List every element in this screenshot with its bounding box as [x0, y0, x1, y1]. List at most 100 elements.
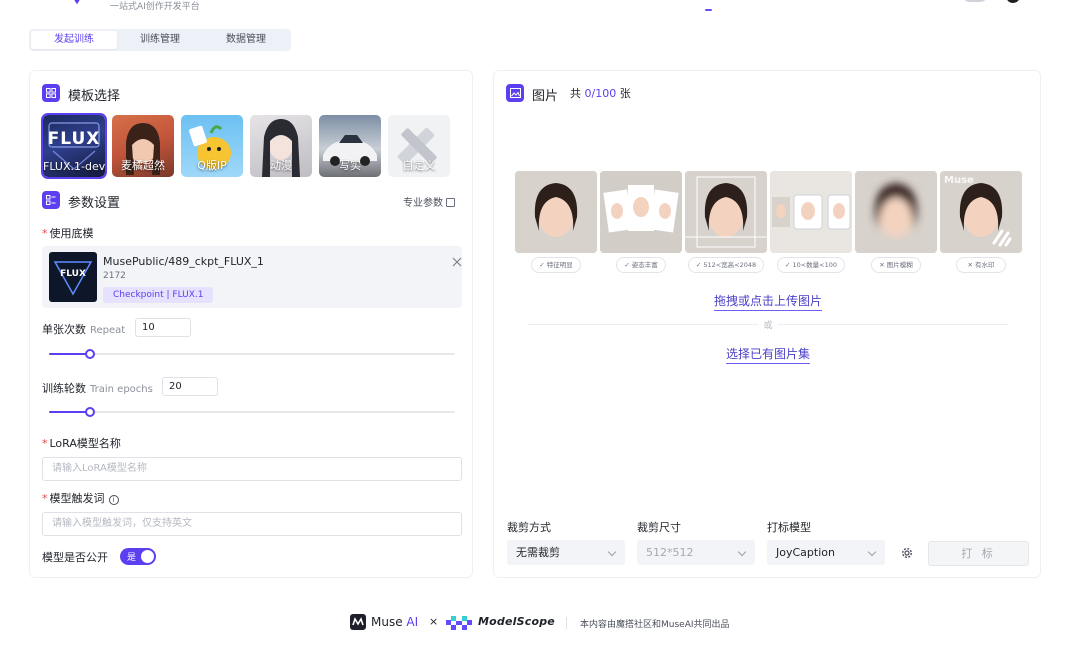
base-model-card[interactable]: FLUX MusePublic/489_ckpt_FLUX_1 2172 Che…: [42, 246, 462, 308]
public-toggle[interactable]: 是: [120, 548, 156, 565]
avatar[interactable]: [1006, 0, 1020, 3]
slider-fill: [49, 411, 90, 413]
sample-image-rich-poses: [600, 171, 682, 253]
template-label: 麦橘超然: [121, 159, 165, 172]
template-majic-flux[interactable]: 麦橘超然: [112, 115, 174, 177]
template-label: 自定义: [402, 159, 436, 172]
template-section-title: 模板选择: [68, 89, 121, 104]
chip-ok: ✓ 10<数量<100: [777, 257, 845, 273]
footer-divider: [566, 617, 567, 629]
image-count: 共 0/100 张: [570, 87, 631, 100]
template-realistic[interactable]: 写实: [319, 115, 381, 177]
header-user-area[interactable]: [962, 0, 988, 2]
footer: Muse AI × ModelScope 本内容由魔搭社区和MuseAI共同出品: [0, 612, 1080, 634]
chip-ok: ✓ 512<宽高<2048: [688, 257, 764, 273]
muse-logo-icon[interactable]: [70, 0, 84, 4]
platform-subtitle: 一站式AI创作开发平台: [110, 2, 200, 12]
chevron-down-icon: [737, 547, 747, 557]
epochs-label: 训练轮数 Train epochs: [42, 382, 153, 395]
trigger-word-input[interactable]: 请输入模型触发词，仅支持英文: [42, 512, 462, 536]
slider-handle[interactable]: [84, 349, 95, 359]
public-label: 模型是否公开: [42, 551, 108, 564]
template-anime[interactable]: 动漫: [250, 115, 312, 177]
info-icon[interactable]: i: [108, 495, 119, 505]
sample-image-blurry: [855, 171, 937, 253]
trigger-word-label: * 模型触发词 i: [42, 490, 119, 506]
sample-image-count: [770, 171, 852, 253]
sample-image-resolution: [685, 171, 767, 253]
tag-model-label: 打标模型: [767, 521, 811, 534]
nav-active-indicator: [705, 9, 712, 11]
close-icon[interactable]: [451, 256, 463, 268]
museai-logo-icon: [350, 614, 366, 630]
image-icon: [506, 84, 524, 102]
grid-icon: [42, 84, 60, 102]
modelscope-logo-icon: [446, 616, 472, 630]
chip-bad: ✕ 有水印: [956, 257, 1006, 273]
sample-image-watermark: Muse: [940, 171, 1022, 253]
epochs-slider[interactable]: [49, 407, 455, 417]
model-id: 2172: [103, 271, 126, 281]
repeat-input[interactable]: 10: [135, 318, 191, 337]
times-sign: ×: [429, 615, 439, 628]
crop-size-label: 裁剪尺寸: [637, 521, 681, 534]
tag-button[interactable]: 打 标: [928, 541, 1029, 566]
footer-note: 本内容由魔搭社区和MuseAI共同出品: [580, 620, 730, 630]
template-flux-dev[interactable]: FLUX FLUX.1-dev: [41, 113, 107, 179]
images-section-title: 图片: [532, 89, 559, 104]
slider-track: [49, 411, 455, 413]
template-label: FLUX.1-dev: [43, 160, 105, 173]
chevron-down-icon: [607, 547, 617, 557]
chip-bad: ✕ 图片模糊: [871, 257, 921, 273]
modelscope-brand: ModelScope: [478, 615, 555, 628]
required-mark: *: [42, 227, 48, 240]
crop-method-select[interactable]: 无需裁剪: [507, 540, 625, 565]
tab-data-management[interactable]: 数据管理: [203, 31, 289, 49]
select-image-set-link[interactable]: 选择已有图片集: [494, 345, 1042, 364]
repeat-slider[interactable]: [49, 349, 455, 359]
sample-image-distinct-features: [515, 171, 597, 253]
tab-start-training[interactable]: 发起训练: [31, 31, 117, 49]
slider-handle[interactable]: [84, 407, 95, 417]
pro-params-label: 专业参数: [403, 198, 443, 209]
watermark-text: Muse: [944, 175, 974, 186]
slider-track: [49, 353, 455, 355]
chart-icon: [446, 198, 455, 207]
template-label: Q版IP: [197, 159, 227, 172]
base-model-label: * 使用底模: [42, 227, 94, 240]
template-q-ip[interactable]: Q版IP: [181, 115, 243, 177]
chevron-down-icon: [867, 547, 877, 557]
repeat-label: 单张次数 Repeat: [42, 323, 126, 336]
template-label: 写实: [339, 159, 361, 172]
upload-images-link[interactable]: 拖拽或点击上传图片: [494, 292, 1042, 311]
lora-name-input[interactable]: 请输入LoRA模型名称: [42, 457, 462, 481]
slider-fill: [49, 353, 90, 355]
pro-params-button[interactable]: 专业参数: [403, 194, 455, 209]
cross-icon: ✕: [967, 261, 975, 269]
template-custom[interactable]: 自定义: [388, 115, 450, 177]
toggle-knob: [141, 550, 154, 563]
template-label: 动漫: [270, 159, 292, 172]
epochs-input[interactable]: 20: [162, 377, 218, 396]
chip-ok: ✓ 姿态丰富: [616, 257, 666, 273]
main-tabs: 发起训练 训练管理 数据管理: [29, 29, 291, 51]
flux-logo-text: FLUX: [47, 129, 101, 149]
tag-model-select[interactable]: JoyCaption: [767, 540, 885, 565]
top-header: 一站式AI创作开发平台: [0, 0, 1080, 16]
params-section-title: 参数设置: [68, 196, 121, 211]
model-thumb-text: FLUX: [60, 269, 86, 279]
check-icon: ✓: [624, 261, 632, 269]
museai-brand: Muse AI: [371, 615, 419, 629]
toggle-text: 是: [127, 553, 137, 563]
list-settings-icon: [42, 191, 60, 209]
cross-icon: ✕: [879, 261, 887, 269]
crop-size-select[interactable]: 512*512: [637, 540, 755, 565]
model-name: MusePublic/489_ckpt_FLUX_1: [103, 255, 264, 268]
tab-training-management[interactable]: 训练管理: [117, 31, 203, 49]
check-icon: ✓: [539, 261, 547, 269]
or-text: 或: [758, 318, 778, 331]
required-mark: *: [42, 437, 48, 450]
model-thumbnail: FLUX: [49, 252, 97, 302]
right-panel: 图片 共 0/100 张 Muse ✓ 特征明显 ✓ 姿态丰富 ✓ 512<宽高…: [493, 70, 1041, 578]
gear-icon[interactable]: [901, 547, 913, 559]
